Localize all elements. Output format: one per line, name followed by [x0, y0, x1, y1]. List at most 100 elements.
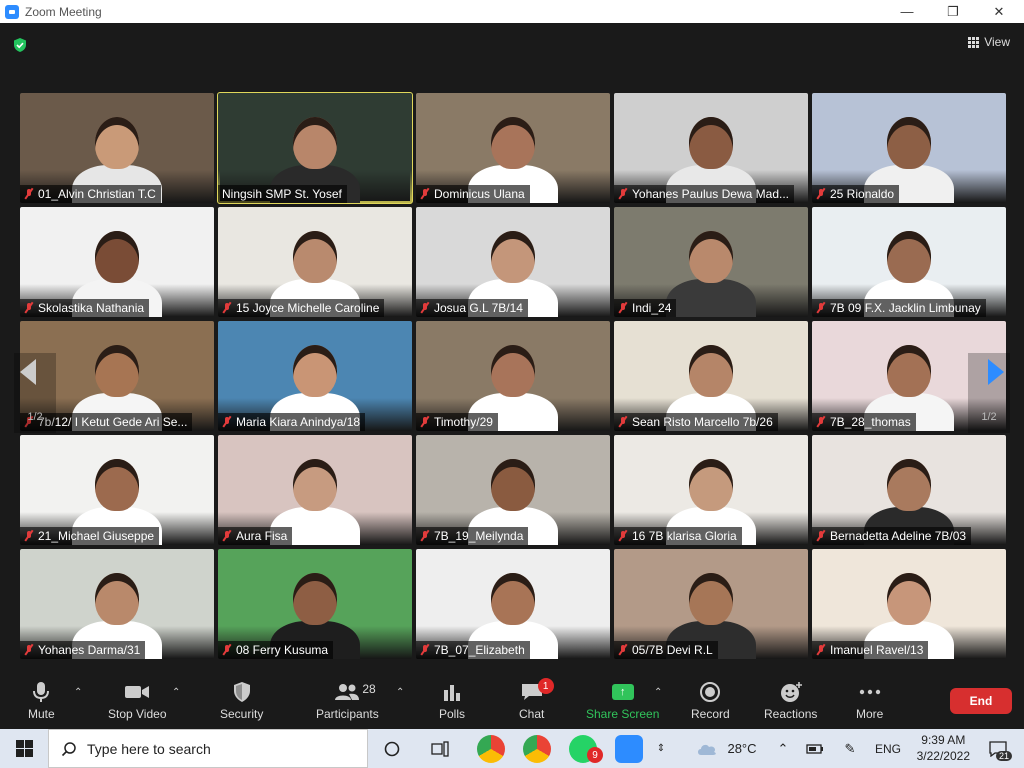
video-options-chevron-icon[interactable]: ⌃ — [172, 687, 180, 698]
stop-video-label: Stop Video — [108, 707, 167, 721]
participant-tile[interactable]: Ningsih SMP St. Yosef — [217, 92, 413, 204]
muted-microphone-icon — [618, 416, 628, 428]
video-gallery: View 01_Alvin Christian T.C Ningsih SMP S… — [0, 23, 1024, 673]
participant-tile[interactable]: Skolastika Nathania — [20, 207, 214, 317]
notifications-icon[interactable]: 21 — [978, 729, 1018, 768]
reactions-button[interactable]: Reactions — [764, 677, 817, 721]
stop-video-button[interactable]: Stop Video — [108, 677, 167, 721]
participant-tile[interactable]: Timothy/29 — [416, 321, 610, 431]
participant-name: Imanuel Ravel/13 — [830, 643, 924, 657]
participant-tile[interactable]: 08 Ferry Kusuma — [218, 549, 412, 659]
close-button[interactable]: ✕ — [976, 0, 1022, 23]
muted-microphone-icon — [24, 302, 34, 314]
taskbar-clock[interactable]: 9:39 AM 3/22/2022 — [917, 732, 970, 764]
participant-tile[interactable]: Yohanes Darma/31 — [20, 549, 214, 659]
clock-date: 3/22/2022 — [916, 749, 970, 763]
participant-tile[interactable]: 7B_07_Elizabeth — [416, 549, 610, 659]
grid-view-icon — [968, 36, 980, 48]
participants-options-chevron-icon[interactable]: ⌃ — [396, 687, 404, 698]
participant-tile[interactable]: Sean Risto Marcello 7b/26 — [614, 321, 808, 431]
minimize-button[interactable]: — — [884, 0, 930, 23]
participant-face — [689, 573, 733, 625]
participant-tile[interactable]: 16 7B klarisa Gloria — [614, 435, 808, 545]
participant-name: 05/7B Devi R.L — [632, 643, 713, 657]
participant-tile[interactable]: 05/7B Devi R.L — [614, 549, 808, 659]
meeting-controls: Mute ⌃ Stop Video ⌃ Security 28 Particip… — [0, 673, 1024, 729]
participant-tile[interactable]: Aura Fisa — [218, 435, 412, 545]
show-hidden-icons-chevron-icon[interactable]: ⌃ — [772, 729, 794, 768]
whatsapp-icon[interactable]: 9 — [569, 735, 603, 763]
arrow-left-icon — [20, 359, 36, 385]
participant-name-tag: Josua G.L 7B/14 — [416, 299, 528, 317]
share-options-chevron-icon[interactable]: ⌃ — [654, 687, 662, 698]
participant-tile[interactable]: Yohanes Paulus Dewa Mad... — [614, 93, 808, 203]
participant-face — [293, 573, 337, 625]
muted-microphone-icon — [222, 416, 232, 428]
participant-tile[interactable]: Maria Kiara Anindya/18 — [218, 321, 412, 431]
next-page-button[interactable]: 1/2 — [968, 353, 1010, 433]
audio-options-chevron-icon[interactable]: ⌃ — [74, 687, 82, 698]
participant-name-tag: 05/7B Devi R.L — [614, 641, 718, 659]
participant-tile[interactable]: 7B_19_Meilynda — [416, 435, 610, 545]
muted-microphone-icon — [222, 302, 232, 314]
participant-name-tag: Yohanes Darma/31 — [20, 641, 146, 659]
weather-cloud-icon — [692, 729, 722, 768]
mute-button[interactable]: Mute — [28, 677, 55, 721]
participant-tile[interactable]: 15 Joyce Michelle Caroline — [218, 207, 412, 317]
more-button[interactable]: More — [856, 677, 883, 721]
weather-temperature[interactable]: 28°C — [724, 729, 760, 768]
taskbar-scroll-chevron-icon[interactable]: ⇕ — [650, 729, 672, 768]
chrome-profile-icon[interactable] — [477, 735, 505, 763]
cortana-circle-icon[interactable] — [378, 729, 406, 768]
muted-microphone-icon — [618, 188, 628, 200]
battery-icon[interactable] — [803, 729, 827, 768]
chat-button[interactable]: 1 Chat — [519, 677, 554, 721]
zoom-taskbar-icon[interactable] — [615, 735, 643, 763]
participant-name: Maria Kiara Anindya/18 — [236, 415, 361, 429]
share-screen-icon: ↑ — [611, 677, 634, 707]
taskbar-search[interactable]: Type here to search — [48, 729, 368, 768]
participants-button[interactable]: 28 Participants — [316, 677, 379, 721]
view-label: View — [984, 35, 1010, 49]
start-button[interactable] — [0, 729, 48, 768]
pen-icon[interactable]: ✎ — [838, 729, 862, 768]
participant-name-tag: 15 Joyce Michelle Caroline — [218, 299, 385, 317]
participant-face — [887, 231, 931, 283]
language-indicator[interactable]: ENG — [872, 729, 904, 768]
participant-name-tag: Dominicus Ulana — [416, 185, 530, 203]
participant-tile[interactable]: 01_Alvin Christian T.C — [20, 93, 214, 203]
participant-name-tag: 7B_28_thomas — [812, 413, 916, 431]
participant-tile[interactable]: Dominicus Ulana — [416, 93, 610, 203]
restore-button[interactable]: ❐ — [930, 0, 976, 23]
polls-label: Polls — [439, 707, 466, 721]
participant-tile[interactable]: Imanuel Ravel/13 — [812, 549, 1006, 659]
participant-tile[interactable]: 7B 09 F.X. Jacklin Limbunay — [812, 207, 1006, 317]
record-button[interactable]: Record — [691, 677, 730, 721]
participant-tile[interactable]: 25 Rionaldo — [812, 93, 1006, 203]
participant-tile[interactable]: Indi_24 — [614, 207, 808, 317]
participant-face — [293, 231, 337, 283]
chat-unread-badge: 1 — [537, 678, 554, 694]
participant-tile[interactable]: Bernadetta Adeline 7B/03 — [812, 435, 1006, 545]
participant-name: Timothy/29 — [434, 415, 493, 429]
participant-name: 7B_07_Elizabeth — [434, 643, 525, 657]
chrome-icon[interactable] — [523, 735, 551, 763]
participant-name: Indi_24 — [632, 301, 672, 315]
encryption-shield-icon[interactable] — [12, 37, 28, 53]
participant-tile[interactable]: Josua G.L 7B/14 — [416, 207, 610, 317]
previous-page-button[interactable]: 1/2 — [14, 353, 56, 433]
participant-name-tag: Bernadetta Adeline 7B/03 — [812, 527, 972, 545]
participant-tile[interactable]: 21_Michael Giuseppe — [20, 435, 214, 545]
participant-face — [293, 459, 337, 511]
share-screen-button[interactable]: ↑ Share Screen — [586, 677, 659, 721]
polls-button[interactable]: Polls — [439, 677, 465, 721]
security-button[interactable]: Security — [220, 677, 263, 721]
muted-microphone-icon — [420, 416, 430, 428]
end-meeting-button[interactable]: End — [950, 688, 1012, 714]
task-view-icon[interactable] — [426, 729, 454, 768]
window-titlebar: Zoom Meeting — ❐ ✕ — [0, 0, 1024, 23]
window-title: Zoom Meeting — [25, 4, 102, 19]
view-button[interactable]: View — [968, 35, 1010, 49]
muted-microphone-icon — [24, 644, 34, 656]
windows-taskbar: Type here to search 9 ⇕ 28°C ⌃ ✎ ENG 9:3… — [0, 729, 1024, 768]
